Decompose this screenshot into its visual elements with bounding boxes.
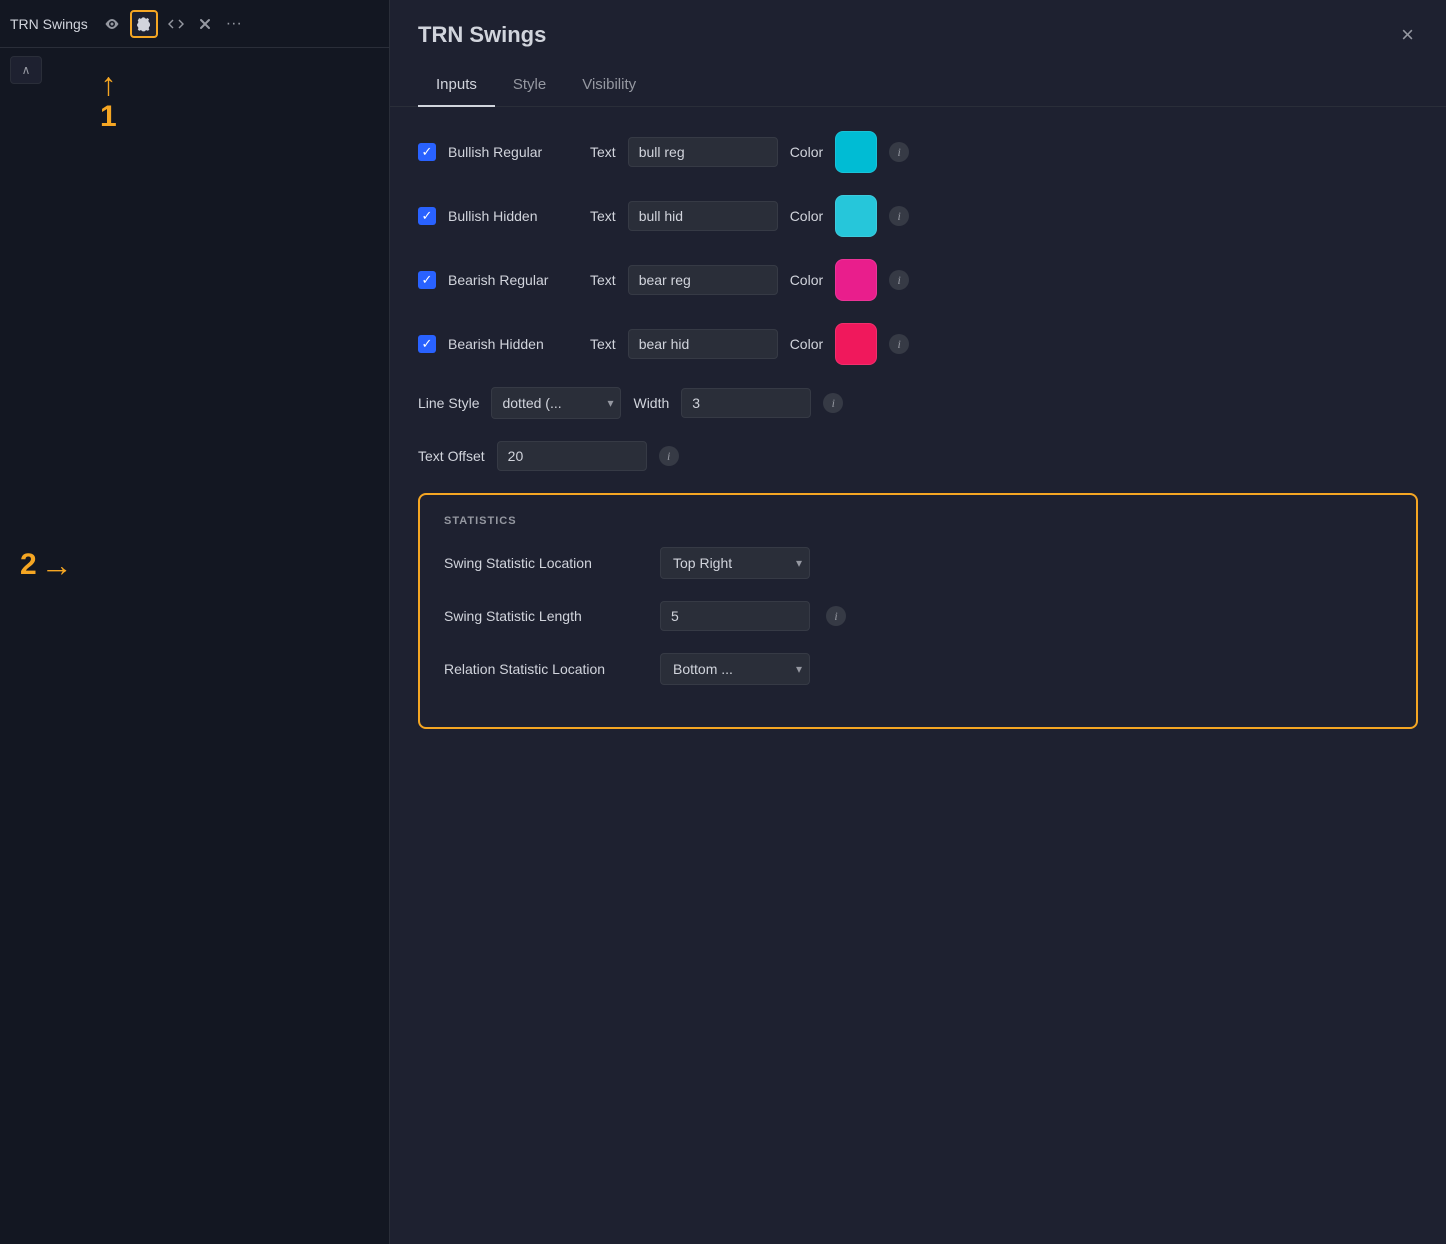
bearish-hidden-label: Bearish Hidden xyxy=(448,336,578,352)
panel-header: TRN Swings × xyxy=(390,0,1446,52)
sidebar-title: TRN Swings xyxy=(10,16,88,32)
width-label: Width xyxy=(633,395,669,411)
eye-icon xyxy=(104,16,120,32)
panel-title: TRN Swings xyxy=(418,22,546,48)
bullish-regular-color-label: Color xyxy=(790,144,823,160)
arrow-right-icon: → xyxy=(41,549,73,581)
relation-location-label: Relation Statistic Location xyxy=(444,661,644,677)
bearish-regular-text-label: Text xyxy=(590,272,616,288)
swing-length-label: Swing Statistic Length xyxy=(444,608,644,624)
code-icon xyxy=(168,16,184,32)
annotation-2: 2 → xyxy=(20,548,73,582)
swing-location-select[interactable]: Top Right Top Left Bottom Right Bottom L… xyxy=(660,547,810,579)
inputs-content: Bullish Regular Text Color i Bullish Hid… xyxy=(390,107,1446,1244)
bearish-hidden-color-label: Color xyxy=(790,336,823,352)
bullish-regular-row: Bullish Regular Text Color i xyxy=(418,131,1418,173)
bullish-regular-label: Bullish Regular xyxy=(448,144,578,160)
close-panel-icon: × xyxy=(1401,22,1414,48)
bearish-hidden-checkbox[interactable] xyxy=(418,335,436,353)
settings-icon-btn[interactable] xyxy=(130,10,158,38)
bullish-hidden-color-swatch[interactable] xyxy=(835,195,877,237)
text-offset-info-icon[interactable]: i xyxy=(659,446,679,466)
collapse-icon: ∧ xyxy=(22,63,31,77)
text-offset-input[interactable] xyxy=(497,441,647,471)
swing-length-info-icon[interactable]: i xyxy=(826,606,846,626)
statistics-section-label: STATISTICS xyxy=(444,515,1392,527)
swing-location-select-wrapper: Top Right Top Left Bottom Right Bottom L… xyxy=(660,547,810,579)
bearish-regular-info-icon[interactable]: i xyxy=(889,270,909,290)
ellipsis-icon: ··· xyxy=(226,15,242,33)
settings-icon xyxy=(136,16,152,32)
bearish-regular-text-input[interactable] xyxy=(628,265,778,295)
tab-visibility[interactable]: Visibility xyxy=(564,66,654,107)
relation-location-select[interactable]: Bottom ... Top Right xyxy=(660,653,810,685)
eye-icon-btn[interactable] xyxy=(100,12,124,36)
bullish-regular-text-input[interactable] xyxy=(628,137,778,167)
bullish-hidden-checkbox[interactable] xyxy=(418,207,436,225)
close-panel-button[interactable]: × xyxy=(1397,18,1418,52)
line-style-select[interactable]: dotted (... solid dashed xyxy=(491,387,621,419)
width-input[interactable] xyxy=(681,388,811,418)
code-icon-btn[interactable] xyxy=(164,12,188,36)
bullish-regular-text-label: Text xyxy=(590,144,616,160)
close-small-icon xyxy=(198,17,212,31)
bullish-regular-checkbox[interactable] xyxy=(418,143,436,161)
bearish-regular-label: Bearish Regular xyxy=(448,272,578,288)
arrow-up-icon: ↑ xyxy=(100,68,116,100)
width-info-icon[interactable]: i xyxy=(823,393,843,413)
sidebar-topbar: TRN Swings ··· xyxy=(0,0,389,48)
line-style-label: Line Style xyxy=(418,395,479,411)
tab-inputs[interactable]: Inputs xyxy=(418,66,495,107)
swing-length-row: Swing Statistic Length i xyxy=(444,601,1392,631)
bullish-hidden-color-label: Color xyxy=(790,208,823,224)
collapse-button[interactable]: ∧ xyxy=(10,56,42,84)
statistics-box: STATISTICS Swing Statistic Location Top … xyxy=(418,493,1418,729)
swing-location-row: Swing Statistic Location Top Right Top L… xyxy=(444,547,1392,579)
annotation-1: ↑ 1 xyxy=(100,68,117,134)
bullish-hidden-label: Bullish Hidden xyxy=(448,208,578,224)
tab-style[interactable]: Style xyxy=(495,66,564,107)
main-panel: TRN Swings × Inputs Style Visibility Bul… xyxy=(390,0,1446,1244)
relation-location-select-wrapper: Bottom ... Top Right ▾ xyxy=(660,653,810,685)
more-options-btn[interactable]: ··· xyxy=(222,11,246,37)
bearish-hidden-info-icon[interactable]: i xyxy=(889,334,909,354)
bullish-hidden-row: Bullish Hidden Text Color i xyxy=(418,195,1418,237)
swing-location-label: Swing Statistic Location xyxy=(444,555,644,571)
line-style-select-wrapper: dotted (... solid dashed ▾ xyxy=(491,387,621,419)
text-offset-label: Text Offset xyxy=(418,448,485,464)
annotation-container: ∧ ↑ 1 2 → xyxy=(0,48,389,1244)
bearish-regular-row: Bearish Regular Text Color i xyxy=(418,259,1418,301)
tabs-bar: Inputs Style Visibility xyxy=(390,66,1446,107)
bearish-regular-color-label: Color xyxy=(790,272,823,288)
bullish-hidden-text-label: Text xyxy=(590,208,616,224)
bullish-regular-info-icon[interactable]: i xyxy=(889,142,909,162)
bullish-hidden-info-icon[interactable]: i xyxy=(889,206,909,226)
sidebar: TRN Swings ··· ∧ ↑ 1 2 → xyxy=(0,0,390,1244)
text-offset-row: Text Offset i xyxy=(418,441,1418,471)
bearish-hidden-color-swatch[interactable] xyxy=(835,323,877,365)
relation-location-row: Relation Statistic Location Bottom ... T… xyxy=(444,653,1392,685)
bullish-regular-color-swatch[interactable] xyxy=(835,131,877,173)
close-small-btn[interactable] xyxy=(194,13,216,35)
bearish-hidden-text-label: Text xyxy=(590,336,616,352)
bearish-regular-color-swatch[interactable] xyxy=(835,259,877,301)
line-style-row: Line Style dotted (... solid dashed ▾ Wi… xyxy=(418,387,1418,419)
swing-length-input[interactable] xyxy=(660,601,810,631)
bullish-hidden-text-input[interactable] xyxy=(628,201,778,231)
bearish-hidden-row: Bearish Hidden Text Color i xyxy=(418,323,1418,365)
bearish-hidden-text-input[interactable] xyxy=(628,329,778,359)
bearish-regular-checkbox[interactable] xyxy=(418,271,436,289)
